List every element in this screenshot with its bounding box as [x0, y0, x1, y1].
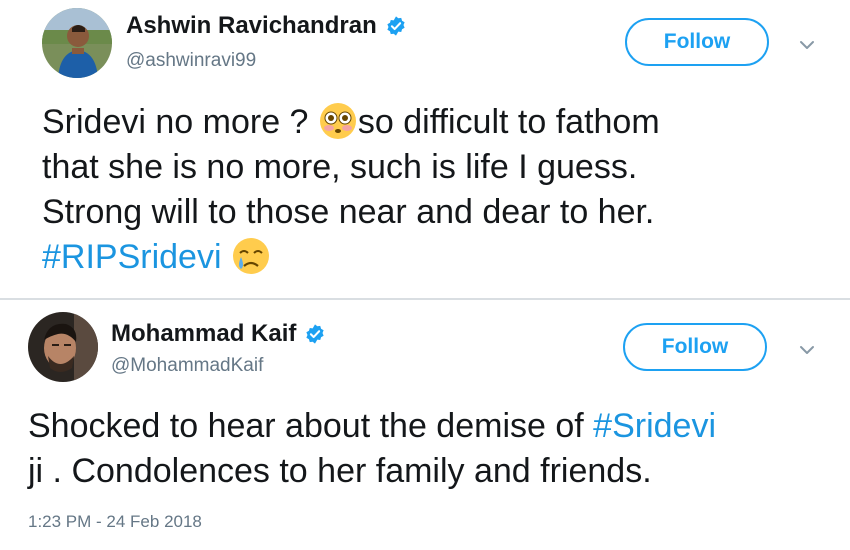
avatar-photo-icon [28, 312, 98, 382]
verified-badge-icon [306, 324, 324, 344]
tweet-text-line: that she is no more, such is life I gues… [42, 148, 638, 186]
hashtag-link[interactable]: #RIPSridevi [42, 238, 222, 276]
hashtag-link[interactable]: #Sridevi [593, 407, 716, 445]
avatar[interactable] [42, 8, 112, 78]
follow-button[interactable]: Follow [625, 18, 769, 66]
tweet-text-line: Strong will to those near and dear to he… [42, 193, 655, 231]
chevron-down-icon[interactable] [797, 35, 817, 55]
follow-button[interactable]: Follow [623, 323, 767, 371]
tweet-text: Shocked to hear about the demise of #Sri… [28, 404, 716, 494]
tweet-text-segment: Shocked to hear about the demise of [28, 407, 594, 445]
author-name[interactable]: Ashwin Ravichandran [126, 12, 377, 40]
tweet-text-segment: so difficult to fathom [357, 103, 660, 141]
verified-badge-icon [387, 16, 405, 36]
tweet-text-line: ji . Condolences to her family and frien… [28, 452, 652, 490]
avatar-photo-icon [42, 8, 112, 78]
chevron-down-icon[interactable] [797, 340, 817, 360]
author-handle[interactable]: @MohammadKaif [111, 355, 263, 377]
tweet-ashwin: Ashwin Ravichandran @ashwinravi99 Follow… [0, 0, 850, 300]
flushed-face-emoji-icon [319, 103, 356, 139]
tweet-text: Sridevi no more ? so difficult to fathom… [42, 100, 660, 280]
tweet-text-segment: Sridevi no more ? [42, 103, 318, 141]
author-handle[interactable]: @ashwinravi99 [126, 50, 256, 72]
avatar[interactable] [28, 312, 98, 382]
tweet-kaif: Mohammad Kaif @MohammadKaif Follow Shock… [0, 300, 850, 550]
tweet-timestamp[interactable]: 1:23 PM - 24 Feb 2018 [28, 512, 202, 532]
author-name[interactable]: Mohammad Kaif [111, 320, 296, 348]
crying-face-emoji-icon [232, 238, 269, 274]
